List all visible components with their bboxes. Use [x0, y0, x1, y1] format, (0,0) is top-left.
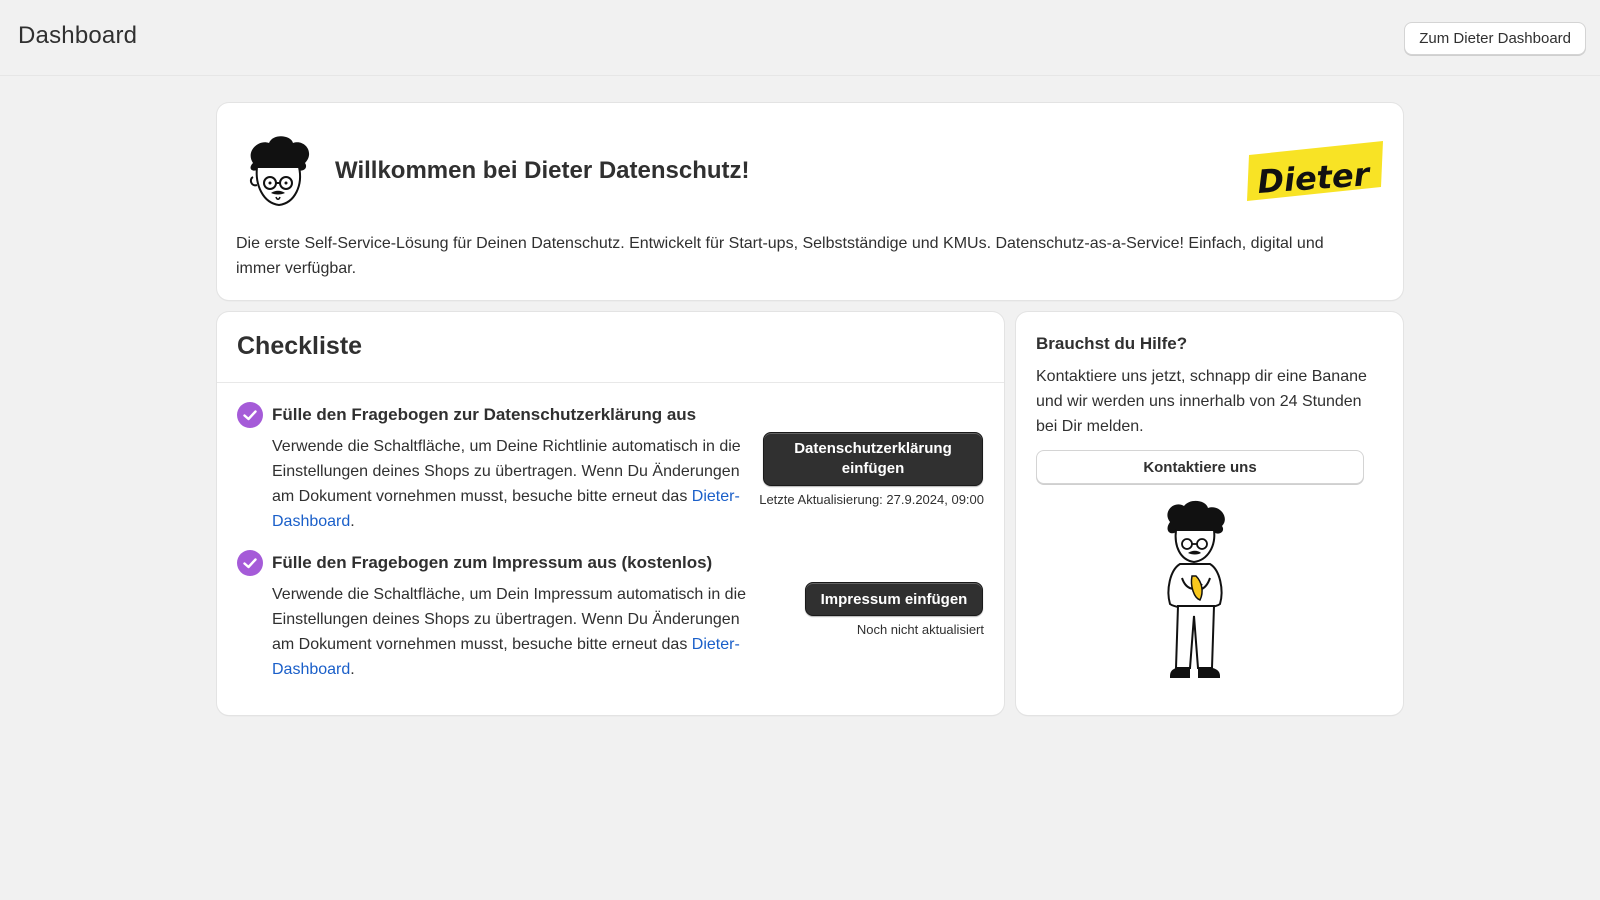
insert-privacy-policy-button[interactable]: Datenschutzerklärung einfügen: [763, 432, 983, 486]
welcome-description: Die erste Self-Service-Lösung für Deinen…: [236, 235, 1324, 277]
welcome-card: Willkommen bei Dieter Datenschutz! Diete…: [217, 103, 1403, 300]
check-circle-icon: [237, 402, 263, 428]
privacy-status: Letzte Aktualisierung: 27.9.2024, 09:00: [759, 492, 984, 507]
help-card: Brauchst du Hilfe? Kontaktiere uns jetzt…: [1016, 312, 1403, 715]
check-circle-icon: [237, 550, 263, 576]
checklist-card: Checkliste Fülle den Fragebogen zur Date…: [217, 312, 1004, 715]
top-bar: Dashboard Zum Dieter Dashboard: [0, 0, 1600, 76]
insert-imprint-button[interactable]: Impressum einfügen: [805, 582, 983, 616]
help-description: Kontaktiere uns jetzt, schnapp dir eine …: [1036, 368, 1367, 435]
task-title: Fülle den Fragebogen zur Datenschutzerkl…: [272, 405, 697, 424]
checklist-title: Checkliste: [237, 332, 363, 360]
dieter-avatar-icon: [249, 136, 310, 207]
welcome-title: Willkommen bei Dieter Datenschutz!: [335, 157, 750, 184]
divider: [217, 382, 1004, 383]
dieter-logo: Dieter: [1247, 141, 1383, 201]
help-title: Brauchst du Hilfe?: [1036, 334, 1188, 353]
task-title: Fülle den Fragebogen zum Impressum aus (…: [272, 553, 713, 572]
dieter-dashboard-button[interactable]: Zum Dieter Dashboard: [1404, 22, 1586, 55]
task-description: Verwende die Schaltfläche, um Deine Rich…: [272, 438, 741, 530]
page-title: Dashboard: [18, 22, 138, 49]
imprint-status: Noch nicht aktualisiert: [856, 622, 984, 637]
task-description: Verwende die Schaltfläche, um Dein Impre…: [272, 586, 747, 678]
contact-button[interactable]: Kontaktiere uns: [1036, 450, 1364, 484]
dieter-banana-illustration: [1167, 500, 1225, 678]
logo-text: Dieter: [1256, 155, 1373, 201]
